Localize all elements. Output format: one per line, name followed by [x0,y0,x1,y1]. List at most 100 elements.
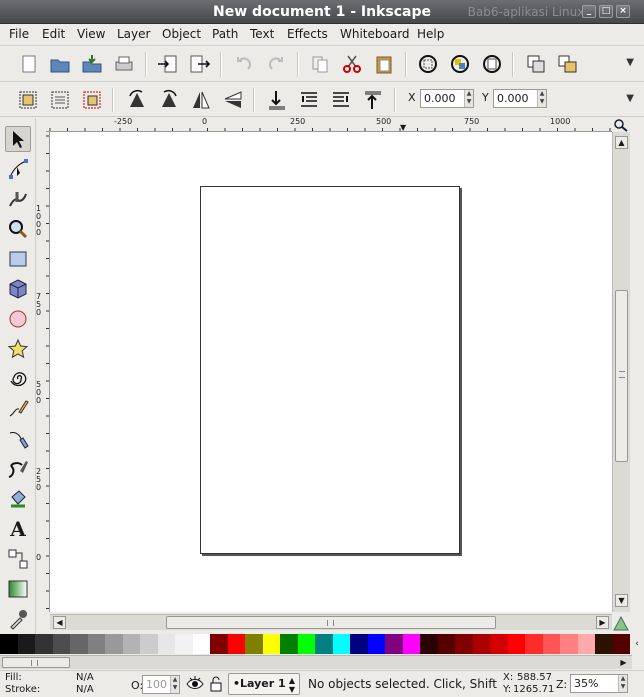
vertical-scroll-thumb[interactable] [615,290,628,462]
palette-swatch[interactable] [472,634,490,654]
palette-swatch[interactable] [140,634,158,654]
raise-icon[interactable] [328,87,354,113]
menu-help[interactable]: Help [417,27,444,41]
scroll-left-icon[interactable]: ◀ [53,616,66,629]
palette-swatch[interactable] [175,634,193,654]
scroll-down-icon[interactable]: ▼ [615,594,628,607]
palette-menu-icon[interactable]: ‹ [630,634,644,654]
raise-to-top-icon[interactable] [360,87,386,113]
pencil-tool[interactable] [5,396,31,422]
zoom-tool[interactable] [5,216,31,242]
menu-layer[interactable]: Layer [117,27,150,41]
rectangle-tool[interactable] [5,246,31,272]
select-in-all-layers-icon[interactable] [47,87,73,113]
minimize-icon[interactable]: _ [582,5,596,18]
x-spinner-icon[interactable]: ▲ ▼ [464,90,473,107]
3d-box-tool[interactable] [5,276,31,302]
palette-swatch[interactable] [507,634,525,654]
drawing-canvas[interactable] [50,132,612,612]
zoom-page-icon[interactable] [479,51,505,77]
palette-swatch[interactable] [385,634,403,654]
palette-swatch[interactable] [105,634,123,654]
palette-swatch[interactable] [297,634,315,654]
lower-icon[interactable] [296,87,322,113]
palette-swatch[interactable] [525,634,543,654]
save-icon[interactable] [79,51,105,77]
palette-scrollbar[interactable]: ▶ [0,655,632,669]
pen-tool[interactable] [5,426,31,452]
ellipse-tool[interactable] [5,306,31,332]
palette-scroll-right-icon[interactable]: ▶ [617,656,630,669]
flip-vertical-icon[interactable] [220,87,246,113]
cut-icon[interactable] [339,51,365,77]
palette-swatch[interactable] [490,634,508,654]
opacity-field[interactable]: 100 ▲ ▼ [142,675,180,694]
menu-whiteboard[interactable]: Whiteboard [340,27,410,41]
undo-icon[interactable] [230,51,256,77]
copy-icon[interactable] [307,51,333,77]
x-field[interactable]: 0.000 ▲ ▼ [420,89,474,108]
chevron-down-icon[interactable]: ▼ [626,93,634,104]
node-tool[interactable] [5,156,31,182]
color-management-icon[interactable] [612,614,630,632]
opacity-spinner-icon[interactable]: ▲ ▼ [170,676,179,693]
palette-scroll-left-icon[interactable] [0,657,10,668]
y-field[interactable]: 0.000 ▲ ▼ [493,89,547,108]
menu-object[interactable]: Object [162,27,201,41]
fill-value[interactable]: N/A [76,672,94,683]
palette-swatch[interactable] [122,634,140,654]
palette-swatch[interactable] [157,634,175,654]
zoom-field[interactable]: 35% ▲ ▼ [570,674,628,693]
menu-file[interactable]: File [9,27,29,41]
palette-swatch[interactable] [315,634,333,654]
menu-edit[interactable]: Edit [42,27,65,41]
clone-icon[interactable] [555,51,581,77]
palette-swatch[interactable] [17,634,35,654]
palette-swatch[interactable] [437,634,455,654]
maximize-icon[interactable]: □ [599,5,613,18]
dropper-tool[interactable] [5,606,31,632]
rotate-cw-icon[interactable] [156,87,182,113]
text-tool[interactable]: A [5,516,31,542]
vertical-scrollbar[interactable]: ▲ ▼ [612,132,630,612]
new-document-icon[interactable] [16,51,42,77]
scroll-right-icon[interactable]: ▶ [596,616,609,629]
palette-swatch[interactable] [0,634,18,654]
layer-dropdown[interactable]: •Layer 1 ▲ ▼ [228,673,300,695]
paint-bucket-tool[interactable] [5,486,31,512]
horizontal-scroll-thumb[interactable] [166,616,496,629]
palette-swatch[interactable] [52,634,70,654]
menu-path[interactable]: Path [212,27,238,41]
paste-icon[interactable] [371,51,397,77]
flip-horizontal-icon[interactable] [188,87,214,113]
palette-swatch[interactable] [367,634,385,654]
zoom-selection-icon[interactable] [415,51,441,77]
import-icon[interactable] [155,51,181,77]
gradient-tool[interactable] [5,576,31,602]
tweak-tool[interactable] [5,186,31,212]
palette-swatch[interactable] [595,634,613,654]
palette-swatch[interactable] [455,634,473,654]
document-page[interactable] [200,186,460,554]
palette-swatch[interactable] [350,634,368,654]
redo-icon[interactable] [264,51,290,77]
palette-swatch[interactable] [402,634,420,654]
spiral-tool[interactable] [5,366,31,392]
open-icon[interactable] [47,51,73,77]
palette-swatch[interactable] [227,634,245,654]
close-icon[interactable]: × [616,5,630,18]
menu-text[interactable]: Text [250,27,274,41]
zoom-drawing-icon[interactable] [447,51,473,77]
select-all-icon[interactable] [15,87,41,113]
palette-swatch[interactable] [332,634,350,654]
print-icon[interactable] [111,51,137,77]
selector-tool[interactable] [5,126,31,152]
palette-swatch[interactable] [245,634,263,654]
connector-tool[interactable] [5,546,31,572]
deselect-icon[interactable] [79,87,105,113]
scroll-up-icon[interactable]: ▲ [615,136,628,149]
horizontal-scrollbar[interactable]: ◀ ▶ [50,614,612,630]
palette-swatch[interactable] [612,634,630,654]
palette-swatch[interactable] [280,634,298,654]
y-spinner-icon[interactable]: ▲ ▼ [537,90,546,107]
